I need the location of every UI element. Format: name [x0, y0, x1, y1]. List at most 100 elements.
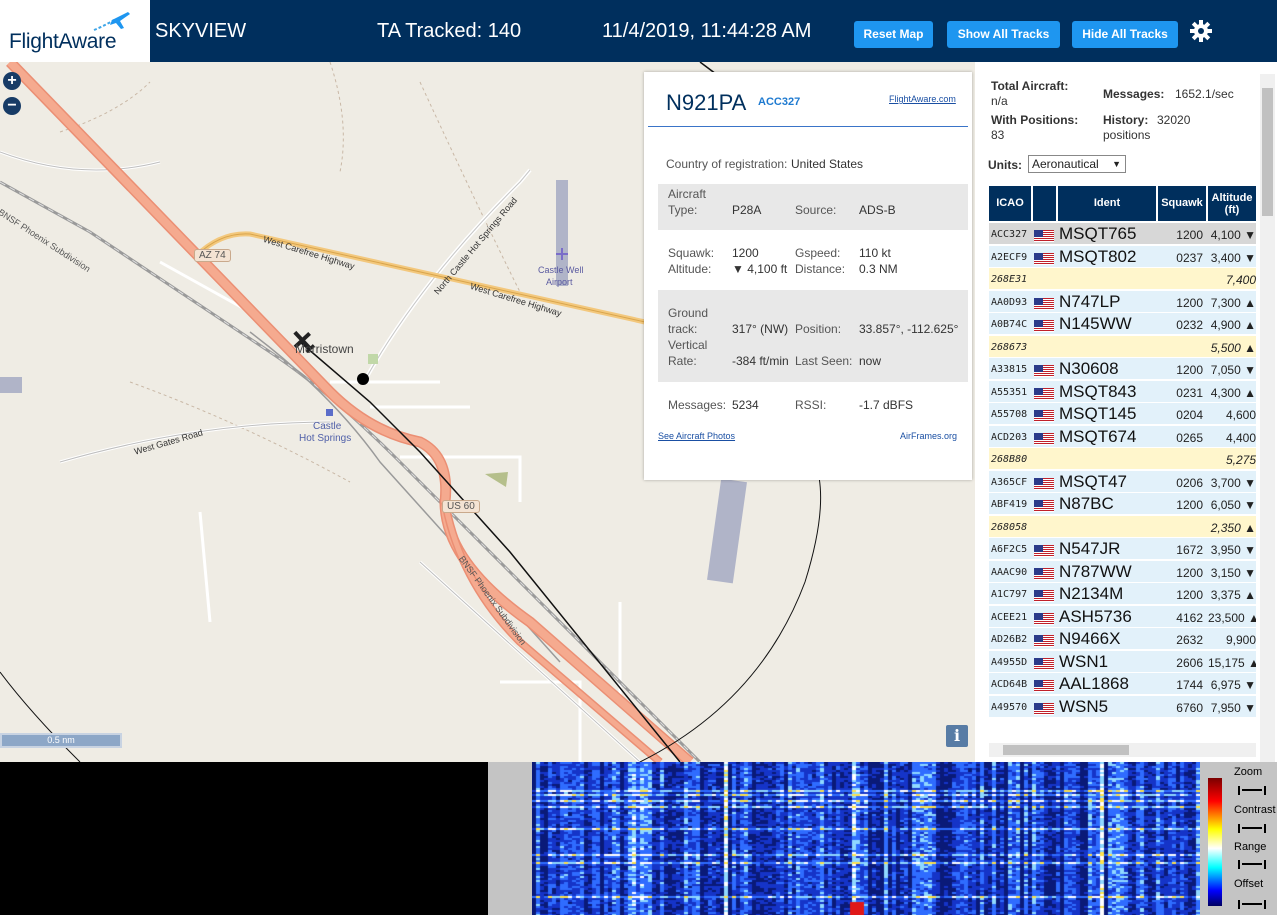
table-row[interactable]: 268058 2,350 ▲ — [989, 515, 1256, 538]
table-row[interactable]: A4955D WSN1 2606 15,175 ▲ — [989, 650, 1256, 673]
settings-gear-icon[interactable] — [1189, 19, 1213, 43]
col-header-altitude[interactable]: Altitude (ft) — [1208, 186, 1256, 221]
altitude-header-label: Altitude — [1211, 192, 1253, 204]
table-row[interactable]: A55708 MSQT145 0204 4,600 — [989, 403, 1256, 425]
row-icao: ACC327 — [991, 229, 1028, 240]
ground-track-value: 317° (NW) — [732, 322, 789, 336]
row-squawk: 1200 — [1176, 228, 1203, 242]
us-flag-icon — [1034, 297, 1054, 310]
table-row[interactable]: AAAC90 N787WW 1200 3,150 ▼ — [989, 560, 1256, 583]
table-row[interactable]: 268673 5,500 ▲ — [989, 335, 1256, 358]
table-row[interactable]: ACC327 MSQT765 1200 4,100 ▼ — [989, 223, 1256, 245]
history-value: 32020 — [1157, 113, 1191, 127]
table-row[interactable]: AD26B2 N9466X 2632 9,900 — [989, 628, 1256, 650]
vertical-rate-label: Rate: — [668, 354, 697, 368]
messages-value: 5234 — [732, 398, 759, 412]
contrast-slider[interactable] — [1238, 824, 1266, 833]
row-squawk: 2632 — [1176, 633, 1203, 647]
row-squawk: 0204 — [1176, 408, 1203, 422]
waterfall-spectrogram[interactable] — [532, 762, 1200, 915]
squawk-label: Squawk: — [668, 246, 715, 260]
row-altitude: 4,600 — [1225, 408, 1256, 422]
scroll-thumb[interactable] — [1003, 745, 1129, 755]
table-row[interactable]: A2ECF9 MSQT802 0237 3,400 ▼ — [989, 245, 1256, 268]
source-label: Source: — [795, 203, 837, 217]
row-ident: WSN1 — [1059, 651, 1109, 671]
place-label: Castle — [313, 421, 342, 432]
color-scale-bar — [1208, 778, 1222, 906]
row-ident: MSQT674 — [1059, 426, 1137, 446]
table-row[interactable]: A33815 N30608 1200 7,050 ▼ — [989, 358, 1256, 380]
history-unit: positions — [1103, 128, 1151, 142]
logo-text: FlightAware — [9, 30, 117, 53]
highway-shield: AZ 74 — [194, 249, 231, 262]
row-icao: 268B80 — [991, 454, 1028, 465]
zoom-in-button[interactable]: + — [3, 72, 21, 90]
us-flag-icon — [1034, 657, 1054, 670]
table-row[interactable]: ABF419 N87BC 1200 6,050 ▼ — [989, 493, 1256, 515]
table-row[interactable]: ACD203 MSQT674 0265 4,400 — [989, 425, 1256, 448]
row-icao: A49570 — [991, 701, 1028, 713]
row-altitude: 3,700 ▼ — [1210, 475, 1256, 490]
row-ident: MSQT765 — [1059, 224, 1137, 243]
total-aircraft-value: n/a — [991, 94, 1008, 108]
table-row[interactable]: ACD64B AAL1868 1744 6,975 ▼ — [989, 673, 1256, 695]
table-row[interactable]: A0B74C N145WW 0232 4,900 ▲ — [989, 313, 1256, 335]
altitude-header-unit: (ft) — [1224, 204, 1240, 216]
table-row[interactable]: A55351 MSQT843 0231 4,300 ▲ — [989, 380, 1256, 403]
units-label: Units: — [988, 158, 1022, 172]
row-altitude: 9,900 — [1225, 633, 1256, 647]
vertical-scrollbar[interactable] — [1260, 74, 1275, 762]
table-row[interactable]: A6F2C5 N547JR 1672 3,950 ▼ — [989, 538, 1256, 560]
last-seen-value: now — [859, 354, 882, 368]
airframes-link[interactable]: AirFrames.org — [900, 431, 957, 441]
vertical-rate-label: Vertical — [668, 338, 708, 352]
offset-slider[interactable] — [1238, 900, 1266, 909]
row-squawk: 1200 — [1176, 498, 1203, 512]
col-header-flag[interactable] — [1033, 186, 1056, 221]
row-altitude: 3,950 ▼ — [1210, 543, 1256, 557]
row-altitude: 7,950 ▼ — [1210, 700, 1256, 715]
units-select[interactable]: Aeronautical ▼ — [1028, 155, 1126, 173]
map-info-button[interactable]: i — [946, 725, 968, 747]
row-squawk: 6760 — [1176, 700, 1203, 715]
row-squawk: 1200 — [1176, 588, 1203, 602]
flightaware-logo[interactable]: FlightAware — [0, 0, 150, 62]
flightaware-link[interactable]: FlightAware.com — [889, 94, 956, 104]
table-row[interactable]: A365CF MSQT47 0206 3,700 ▼ — [989, 470, 1256, 493]
table-row[interactable]: AA0D93 N747LP 1200 7,300 ▲ — [989, 290, 1256, 313]
col-header-ident[interactable]: Ident — [1058, 186, 1156, 221]
row-altitude: 23,500 ▲ — [1208, 610, 1256, 625]
aircraft-photos-link[interactable]: See Aircraft Photos — [658, 431, 735, 441]
messages-rate: 1652.1/sec — [1175, 87, 1234, 101]
horizontal-scrollbar[interactable] — [989, 743, 1256, 757]
type-value: P28A — [732, 203, 762, 217]
us-flag-icon — [1034, 387, 1054, 400]
scroll-thumb[interactable] — [1262, 88, 1273, 216]
row-altitude: 7,400 — [1225, 273, 1256, 287]
zoom-out-button[interactable]: − — [3, 97, 21, 115]
row-altitude: 7,050 ▼ — [1210, 363, 1256, 377]
town-label: Morristown — [295, 342, 354, 356]
contrast-label: Contrast — [1234, 804, 1276, 816]
row-squawk: 1200 — [1176, 363, 1203, 377]
row-ident: N145WW — [1059, 314, 1132, 333]
table-row[interactable]: 268E31 7,400 — [989, 268, 1256, 290]
zoom-slider[interactable] — [1238, 786, 1266, 795]
with-positions-label: With Positions: — [991, 113, 1079, 127]
table-row[interactable]: A49570 WSN5 6760 7,950 ▼ — [989, 695, 1256, 718]
col-header-icao[interactable]: ICAO — [989, 186, 1031, 221]
range-slider[interactable] — [1238, 860, 1266, 869]
reset-map-button[interactable]: Reset Map — [854, 21, 933, 48]
table-row[interactable]: A1C797 N2134M 1200 3,375 ▲ — [989, 583, 1256, 605]
col-header-squawk[interactable]: Squawk — [1158, 186, 1206, 221]
row-icao: ACD64B — [991, 679, 1028, 690]
table-row[interactable]: 268B80 5,275 — [989, 448, 1256, 470]
us-flag-icon — [1034, 319, 1054, 332]
show-all-tracks-button[interactable]: Show All Tracks — [947, 21, 1060, 48]
country-label: Country of registration: — [666, 157, 788, 171]
hide-all-tracks-button[interactable]: Hide All Tracks — [1072, 21, 1178, 48]
table-row[interactable]: ACEE21 ASH5736 4162 23,500 ▲ — [989, 605, 1256, 628]
chevron-down-icon: ▼ — [1112, 159, 1121, 169]
last-seen-label: Last Seen: — [795, 354, 853, 368]
